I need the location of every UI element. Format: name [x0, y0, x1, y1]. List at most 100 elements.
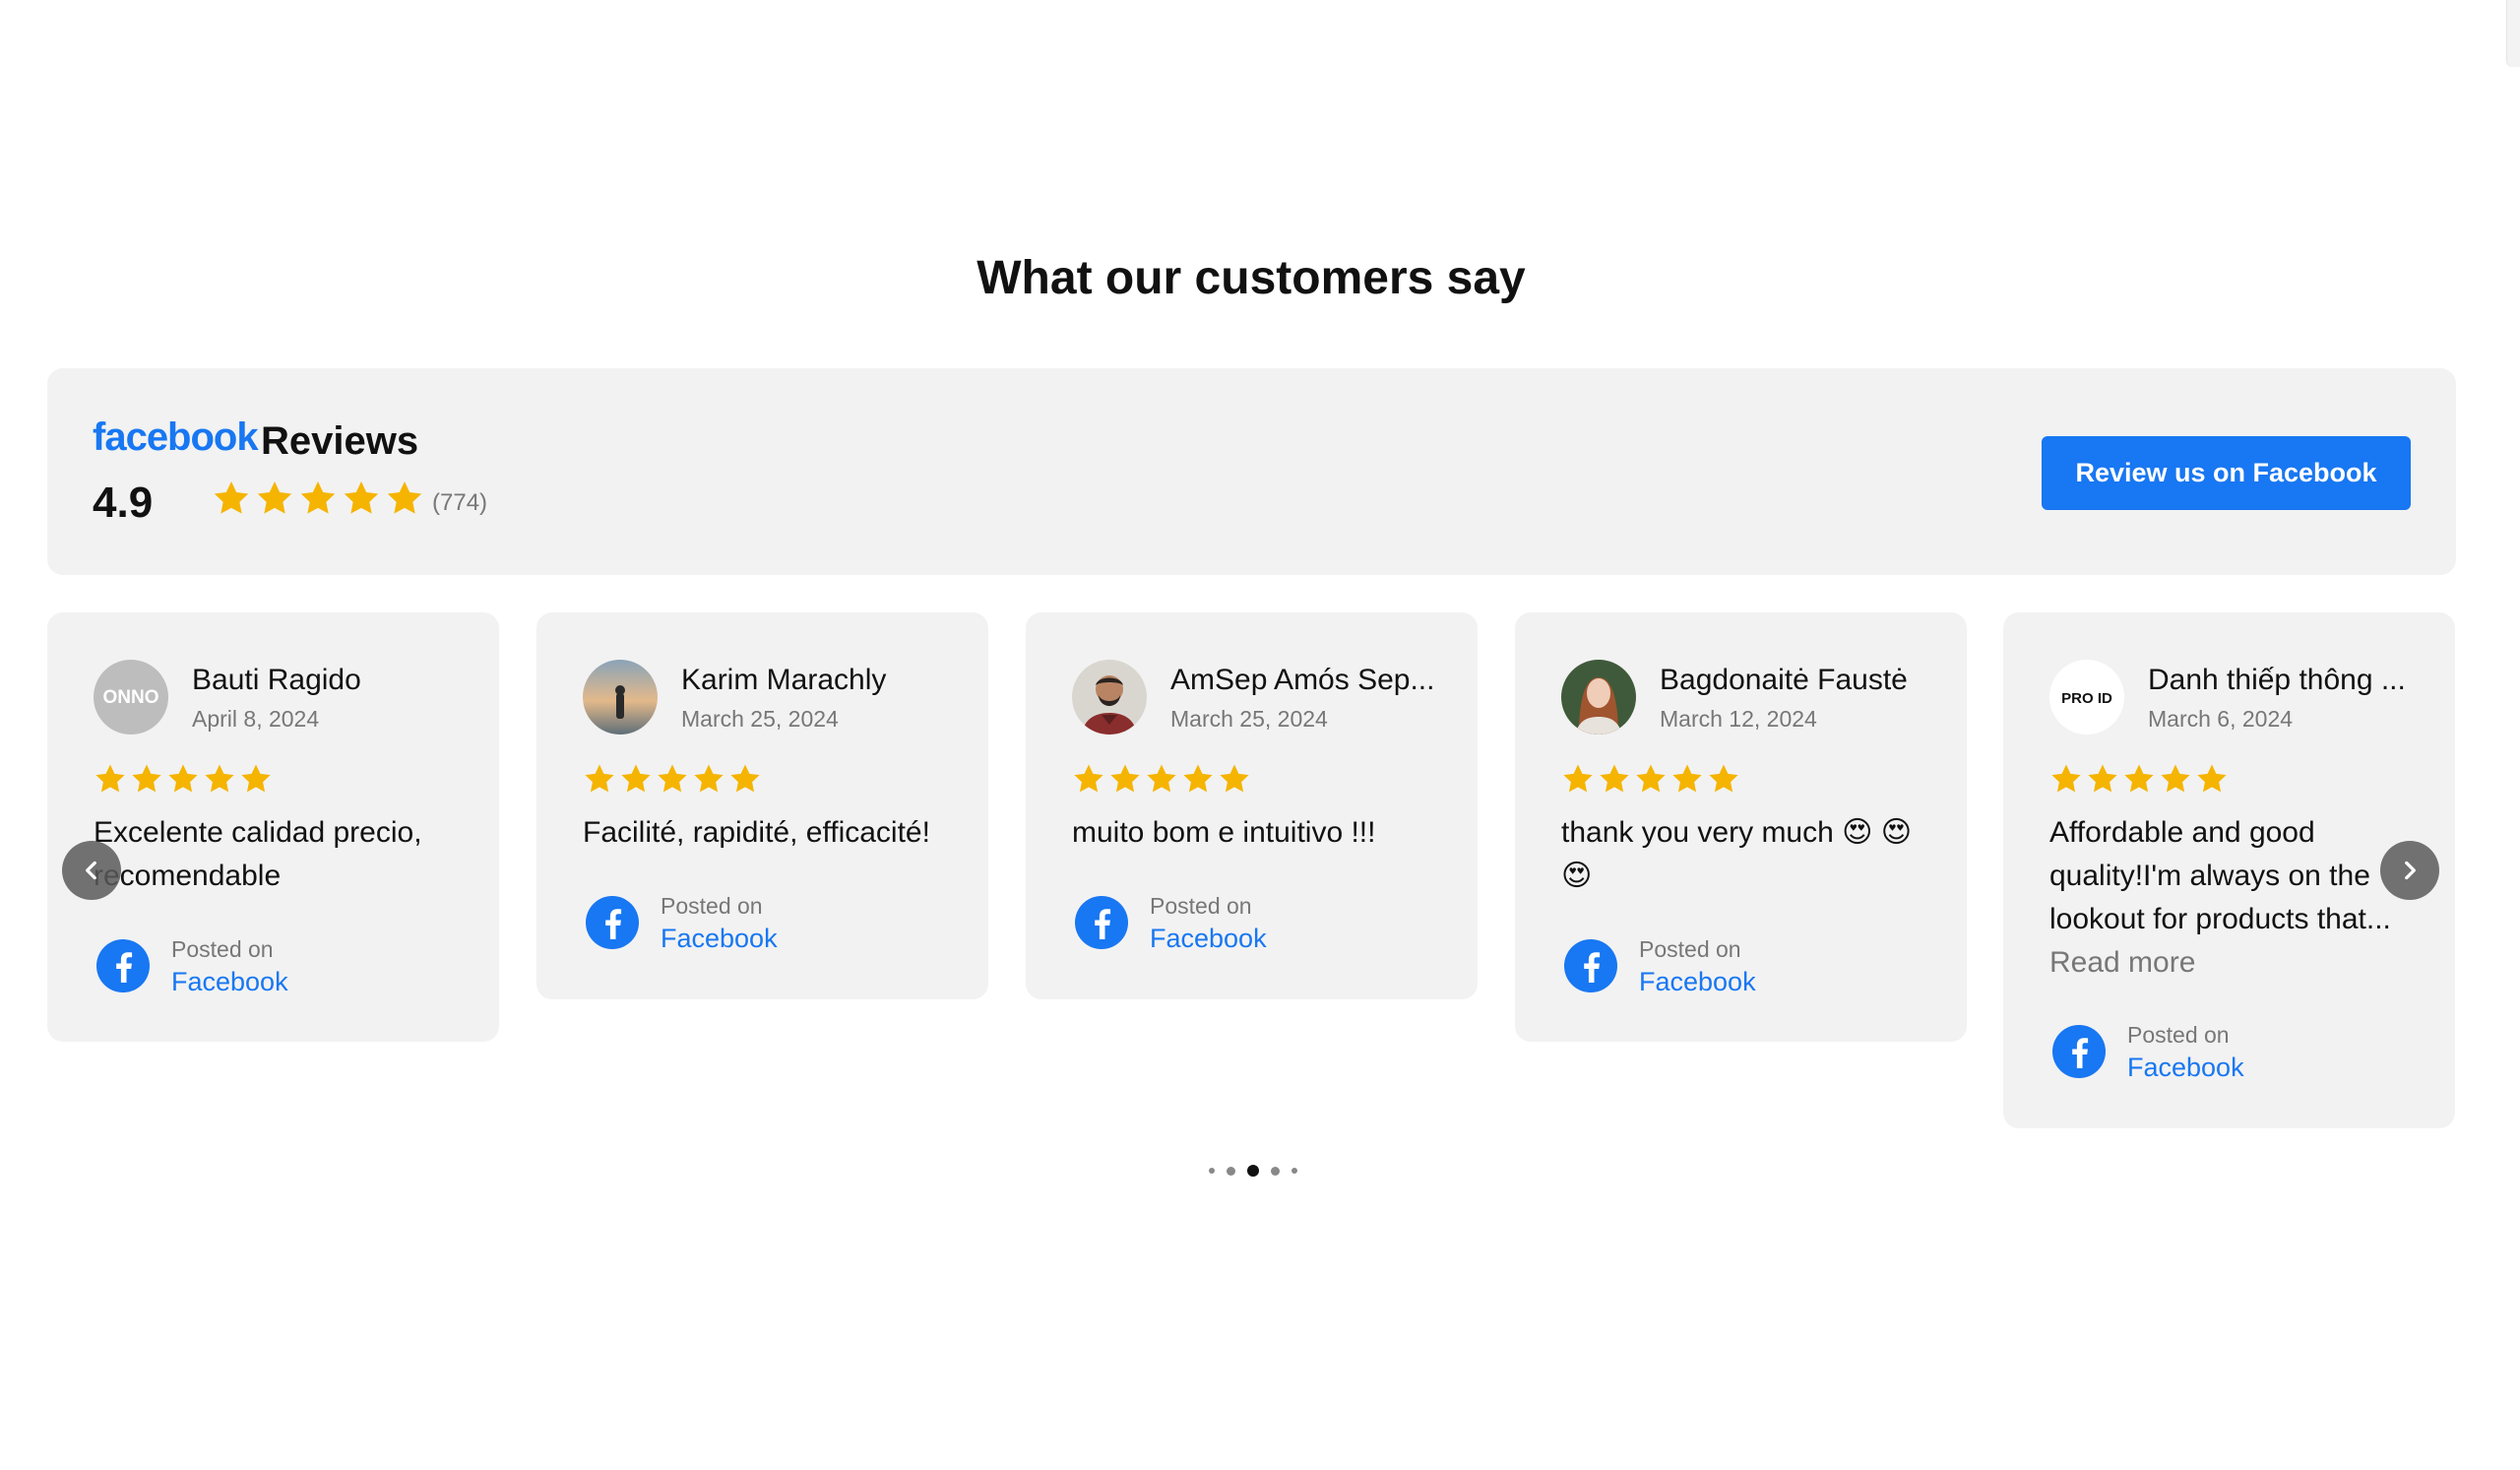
reviewer-name: Danh thiếp thông ...: [2148, 664, 2406, 696]
review-text: Affordable and good quality!I'm always o…: [2049, 811, 2424, 985]
facebook-icon: [2052, 1025, 2106, 1078]
avatar: [1072, 660, 1147, 735]
star-icon: [730, 764, 760, 793]
reviewer-name: Bauti Ragido: [192, 664, 361, 696]
source-link[interactable]: Facebook: [1150, 922, 1267, 955]
pagination-dot-active[interactable]: [1247, 1165, 1259, 1177]
reviews-heading: Reviews: [261, 419, 419, 463]
star-icon: [694, 764, 724, 793]
star-icon: [1183, 764, 1213, 793]
star-icon: [387, 481, 422, 514]
posted-on-label: Posted on: [1639, 936, 1741, 962]
star-icon: [344, 481, 379, 514]
pagination-dot[interactable]: [1271, 1166, 1280, 1176]
review-stars: [2049, 762, 2229, 796]
facebook-logo: facebook: [93, 415, 259, 459]
star-icon: [2088, 764, 2117, 793]
pagination-dot[interactable]: [1209, 1168, 1215, 1174]
star-icon: [1147, 764, 1176, 793]
avatar-logo-text: PRO ID: [2061, 690, 2112, 707]
star-icon: [205, 764, 234, 793]
star-icon: [1600, 764, 1629, 793]
star-icon: [1709, 764, 1738, 793]
facebook-icon: [586, 896, 639, 949]
pagination-dots: [1209, 1165, 1297, 1177]
star-icon: [1074, 764, 1103, 793]
star-icon: [2124, 764, 2154, 793]
next-button[interactable]: [2380, 841, 2439, 900]
reviewer-name: Bagdonaitė Faustė: [1660, 664, 1908, 696]
posted-on-label: Posted on: [1150, 893, 1252, 919]
prev-button[interactable]: [62, 841, 121, 900]
star-icon: [214, 481, 249, 514]
review-card: ONNO Bauti Ragido April 8, 2024 Excelent…: [47, 612, 499, 1042]
review-text: muito bom e intuitivo !!!: [1072, 816, 1376, 849]
review-text: thank you very much 😍 😍😍: [1561, 816, 1913, 892]
review-date: April 8, 2024: [192, 706, 320, 732]
posted-on: Posted on Facebook: [586, 890, 778, 955]
star-icon: [2161, 764, 2190, 793]
posted-on-label: Posted on: [171, 936, 274, 962]
review-stars: [1561, 762, 1740, 796]
star-icon: [1563, 764, 1593, 793]
facebook-icon: [1075, 896, 1128, 949]
source-link[interactable]: Facebook: [2127, 1051, 2244, 1084]
review-text-body: Affordable and good quality!I'm always o…: [2049, 816, 2391, 935]
star-icon: [658, 764, 687, 793]
chevron-right-icon: [2405, 861, 2416, 880]
review-stars: [583, 762, 762, 796]
read-more-link[interactable]: Read more: [2049, 941, 2424, 985]
posted-on-label: Posted on: [2127, 1022, 2230, 1048]
star-icon: [132, 764, 161, 793]
pagination-dot[interactable]: [1227, 1166, 1235, 1176]
star-icon: [2051, 764, 2081, 793]
facebook-icon: [1564, 939, 1617, 992]
star-icon: [585, 764, 614, 793]
review-card: Bagdonaitė Faustė March 12, 2024 thank y…: [1515, 612, 1967, 1042]
source-link[interactable]: Facebook: [1639, 965, 1756, 998]
pagination-dot[interactable]: [1292, 1168, 1297, 1174]
star-icon: [1636, 764, 1666, 793]
posted-on: Posted on Facebook: [2052, 1019, 2244, 1084]
star-icon: [621, 764, 651, 793]
average-rating: 4.9: [93, 479, 154, 527]
review-text: Facilité, rapidité, efficacité!: [583, 816, 930, 849]
review-date: March 25, 2024: [1170, 706, 1328, 732]
star-icon: [257, 481, 292, 514]
reviewer-name: Karim Marachly: [681, 664, 887, 696]
avatar: [583, 660, 658, 735]
avatar: PRO ID: [2049, 660, 2124, 735]
reviewer-name: AmSep Amós Sep...: [1170, 664, 1435, 696]
star-icon: [1672, 764, 1702, 793]
review-us-button[interactable]: Review us on Facebook: [2042, 436, 2411, 510]
scrollbar[interactable]: [2506, 0, 2520, 67]
star-icon: [2197, 764, 2227, 793]
posted-on-label: Posted on: [661, 893, 763, 919]
review-stars: [94, 762, 273, 796]
page: What our customers say facebook Reviews …: [0, 0, 2520, 1470]
source-link[interactable]: Facebook: [661, 922, 778, 955]
posted-on: Posted on Facebook: [96, 933, 288, 998]
chevron-left-icon: [86, 861, 96, 880]
facebook-icon: [96, 939, 150, 992]
posted-on: Posted on Facebook: [1564, 933, 1756, 998]
star-icon: [1110, 764, 1140, 793]
summary-stars: [212, 479, 424, 518]
review-date: March 6, 2024: [2148, 706, 2294, 732]
star-icon: [300, 481, 336, 514]
review-text: Excelente calidad precio, recomendable: [94, 816, 422, 892]
review-date: March 25, 2024: [681, 706, 839, 732]
star-icon: [241, 764, 271, 793]
review-count: (774): [432, 489, 488, 516]
source-link[interactable]: Facebook: [171, 965, 288, 998]
star-icon: [95, 764, 125, 793]
avatar: [1561, 660, 1636, 735]
review-card: AmSep Amós Sep... March 25, 2024 muito b…: [1026, 612, 1478, 999]
avatar-logo-text: ONNO: [103, 687, 159, 708]
review-stars: [1072, 762, 1251, 796]
star-icon: [1220, 764, 1249, 793]
posted-on: Posted on Facebook: [1075, 890, 1267, 955]
section-title: What our customers say: [976, 252, 1526, 304]
review-date: March 12, 2024: [1660, 706, 1817, 732]
review-card: Karim Marachly March 25, 2024 Facilité, …: [536, 612, 988, 999]
